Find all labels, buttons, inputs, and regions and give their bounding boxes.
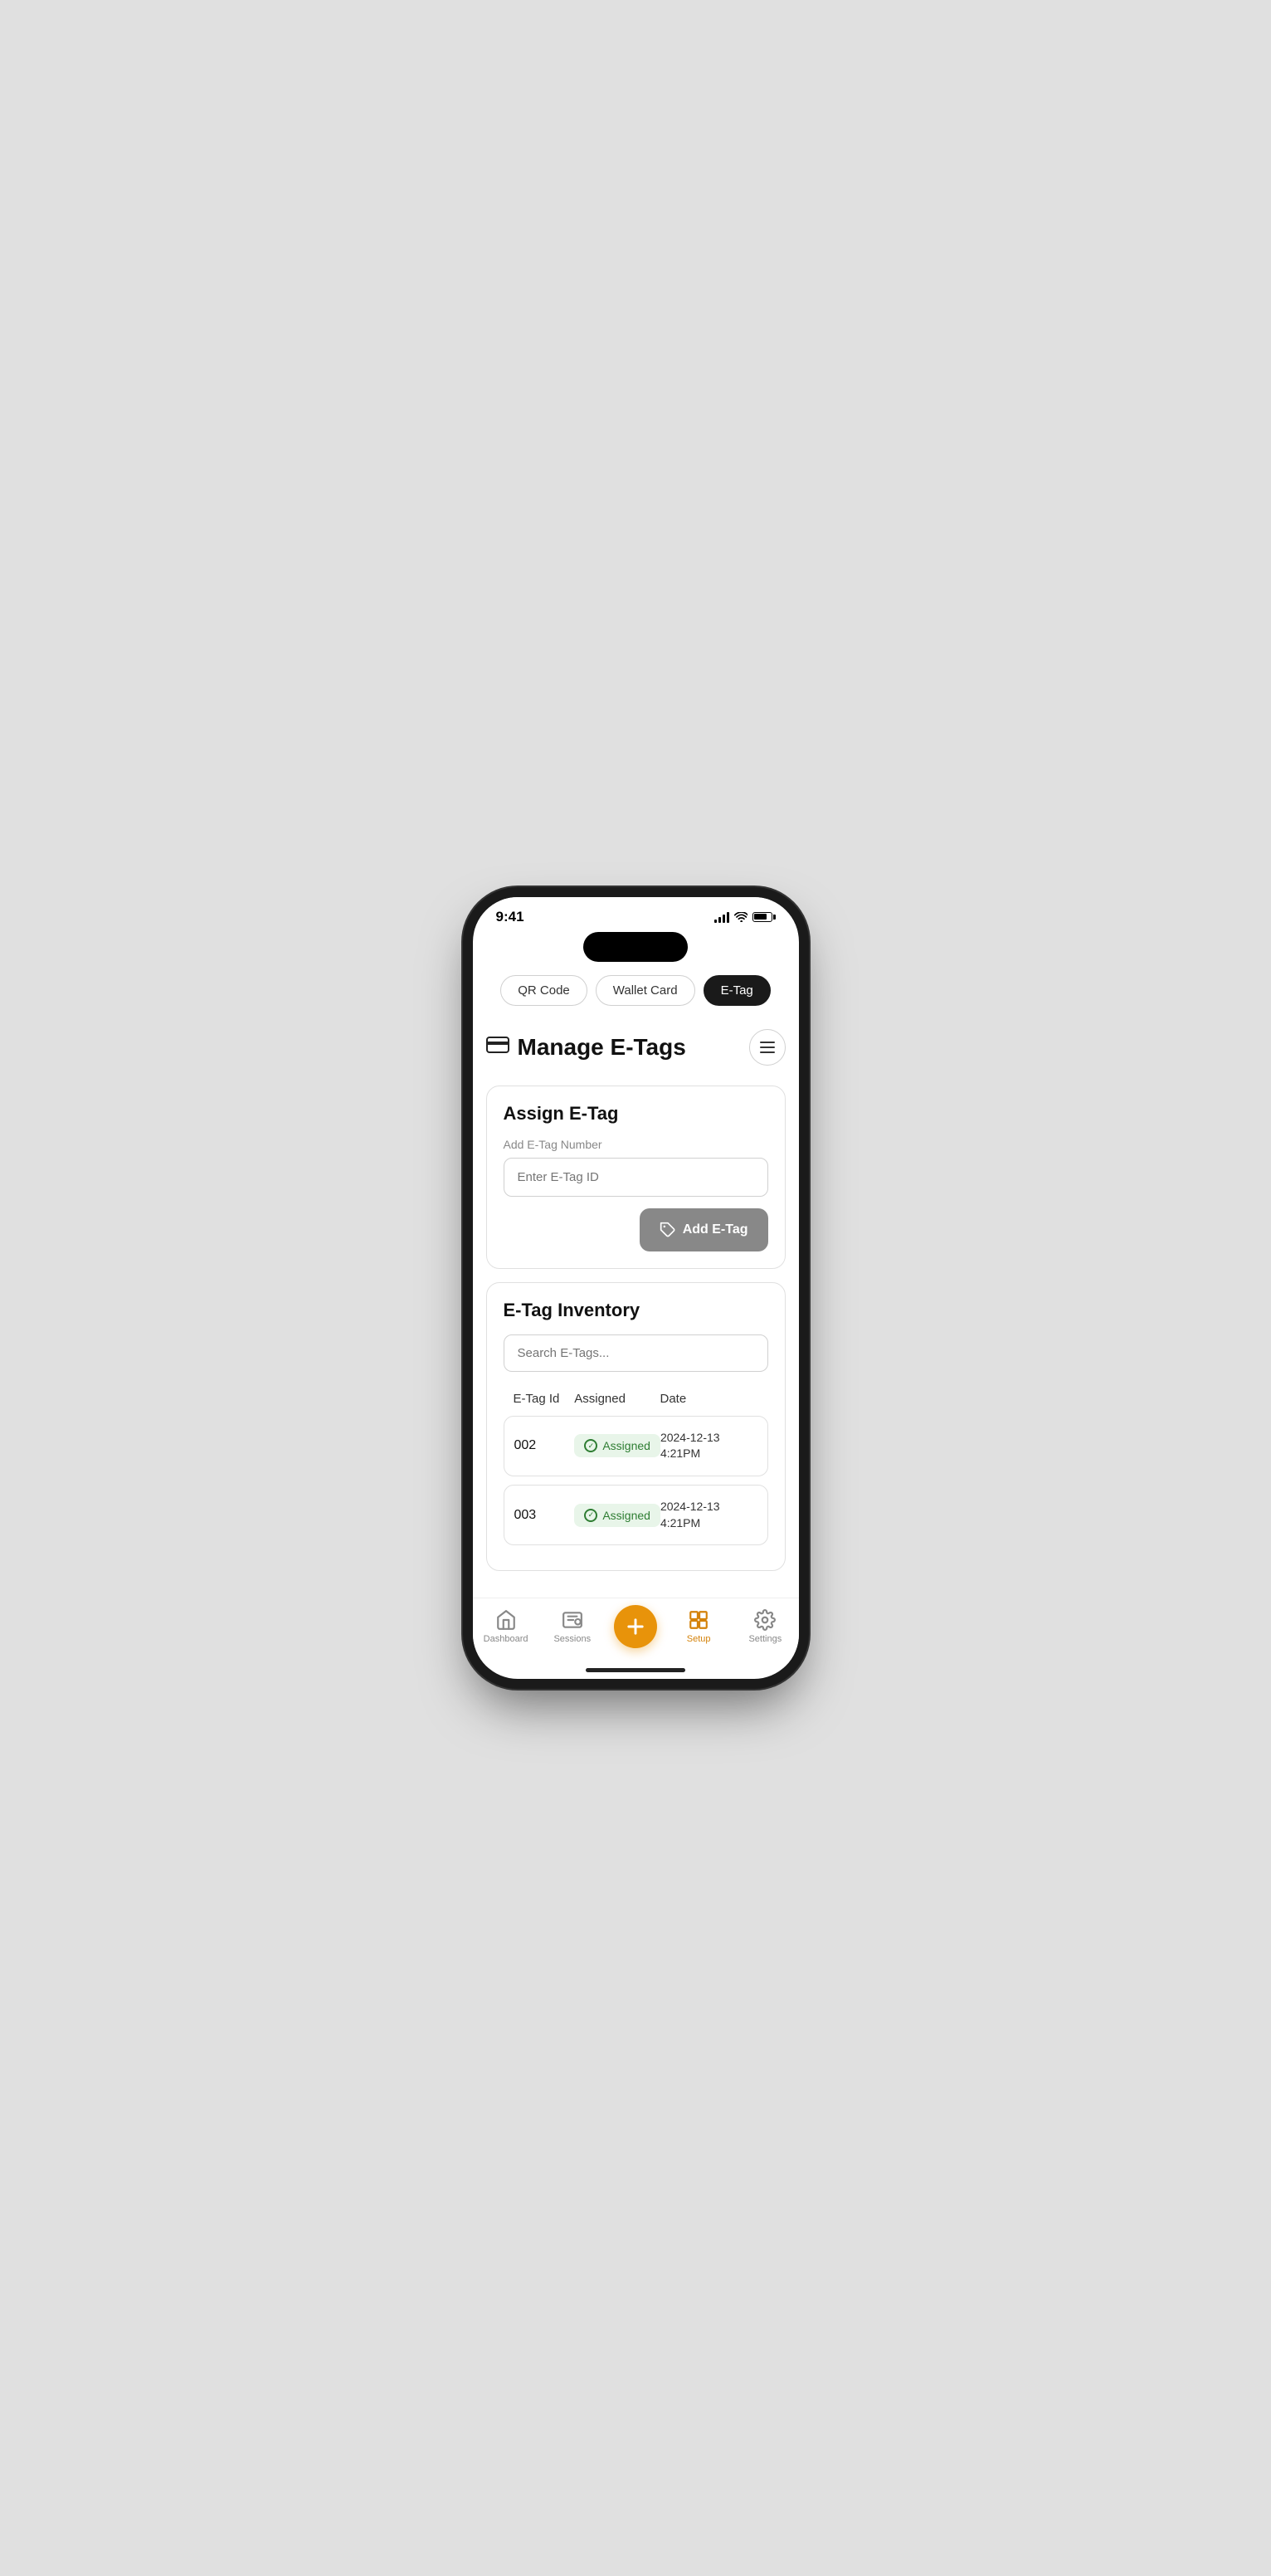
assign-etag-card: Assign E-Tag Add E-Tag Number Add E-Tag [486,1086,786,1269]
status-badge: ✓ Assigned [574,1504,660,1527]
search-etags-input[interactable] [504,1334,768,1372]
etag-id-input[interactable] [504,1158,768,1197]
tab-bar: QR Code Wallet Card E-Tag [473,968,799,1019]
dynamic-island [583,932,688,962]
nav-sessions[interactable]: Sessions [548,1609,597,1644]
etag-id-cell: 003 [514,1508,575,1523]
inventory-card: E-Tag Inventory E-Tag Id Assigned Date 0… [486,1282,786,1571]
tab-etag[interactable]: E-Tag [704,975,771,1006]
status-label: Assigned [602,1439,650,1452]
sessions-icon [562,1609,583,1631]
assign-card-title: Assign E-Tag [504,1103,768,1125]
table-row[interactable]: 002 ✓ Assigned 2024-12-13 4:21PM [504,1416,768,1476]
tab-qr-code[interactable]: QR Code [500,975,587,1006]
table-header: E-Tag Id Assigned Date [504,1385,768,1412]
nav-dashboard[interactable]: Dashboard [481,1609,531,1644]
signal-icon [714,911,729,923]
nav-setup[interactable]: Setup [674,1609,723,1644]
col-etag-id: E-Tag Id [514,1392,575,1406]
check-icon: ✓ [584,1439,597,1452]
nav-dashboard-label: Dashboard [484,1634,528,1644]
table-row[interactable]: 003 ✓ Assigned 2024-12-13 4:21PM [504,1485,768,1545]
menu-line [760,1051,775,1053]
page-header: Manage E-Tags [486,1026,786,1069]
check-icon: ✓ [584,1509,597,1522]
field-label: Add E-Tag Number [504,1138,768,1151]
nav-setup-label: Setup [687,1634,711,1644]
tag-icon [660,1222,676,1238]
plus-icon [624,1615,647,1638]
menu-line [760,1046,775,1048]
home-icon [495,1609,517,1631]
status-icons [714,911,776,923]
phone-frame: 9:41 QR Code Wallet Card E-Tag [473,897,799,1679]
home-indicator [586,1668,685,1672]
date-cell: 2024-12-13 4:21PM [660,1499,757,1531]
col-assigned: Assigned [574,1392,660,1406]
settings-icon [754,1609,776,1631]
nav-add-button[interactable] [614,1605,657,1648]
add-etag-label: Add E-Tag [683,1222,748,1237]
menu-line [760,1042,775,1043]
credit-card-icon [486,1036,509,1059]
inventory-title: E-Tag Inventory [504,1300,768,1321]
bottom-nav: Dashboard Sessions [473,1598,799,1668]
status-badge: ✓ Assigned [574,1434,660,1457]
status-bar: 9:41 [473,897,799,932]
main-content: Manage E-Tags Assign E-Tag Add E-Tag Num… [473,1019,799,1598]
col-date: Date [660,1392,758,1406]
date-cell: 2024-12-13 4:21PM [660,1430,757,1462]
wifi-icon [734,912,748,922]
nav-settings[interactable]: Settings [740,1609,790,1644]
nav-settings-label: Settings [748,1634,782,1644]
status-time: 9:41 [496,909,524,925]
page-title: Manage E-Tags [518,1034,686,1061]
setup-icon [688,1609,709,1631]
status-label: Assigned [602,1509,650,1522]
etag-id-cell: 002 [514,1438,575,1453]
add-etag-button[interactable]: Add E-Tag [640,1208,768,1251]
tab-wallet-card[interactable]: Wallet Card [596,975,695,1006]
nav-sessions-label: Sessions [553,1634,591,1644]
battery-icon [752,912,776,922]
menu-button[interactable] [749,1029,786,1066]
